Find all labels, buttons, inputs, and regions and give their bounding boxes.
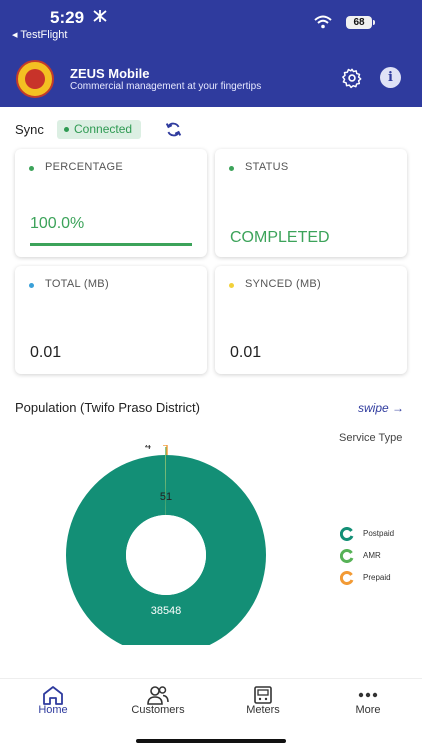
data-label-postpaid: 38548 (151, 605, 182, 617)
percentage-value: 100.0% (30, 215, 84, 233)
legend-icon (340, 527, 354, 541)
progress-bar (30, 243, 192, 246)
legend-icon (340, 571, 354, 585)
data-label-prepaid: 4 (145, 445, 151, 452)
status-time: 5:29 (50, 8, 84, 28)
gear-icon[interactable] (341, 67, 363, 89)
battery-nub (373, 20, 375, 25)
status-value: COMPLETED (230, 229, 330, 247)
refresh-icon[interactable] (165, 121, 182, 138)
sync-status-text: Connected (74, 122, 132, 136)
meter-icon (251, 685, 275, 705)
home-indicator (136, 739, 286, 743)
tab-label: More (328, 704, 408, 716)
legend-label: Prepaid (363, 573, 391, 582)
card-label: PERCENTAGE (45, 161, 123, 173)
tab-more[interactable]: More (328, 679, 408, 729)
data-label-amr: 51 (160, 491, 172, 503)
sync-label: Sync (15, 122, 44, 137)
sync-status-badge: Connected (57, 120, 141, 139)
home-icon (41, 685, 65, 705)
total-mb-value: 0.01 (30, 344, 61, 362)
wifi-icon (314, 15, 332, 29)
synced-mb-value: 0.01 (230, 344, 261, 362)
back-to-testflight[interactable]: ◂ TestFlight (12, 28, 67, 41)
card-label: SYNCED (MB) (245, 278, 321, 290)
more-icon (356, 685, 380, 705)
battery-indicator: 68 (346, 16, 372, 29)
synced-mb-card: SYNCED (MB) 0.01 (215, 266, 407, 374)
card-label: TOTAL (MB) (45, 278, 109, 290)
tab-label: Customers (118, 704, 198, 716)
card-dot (229, 283, 234, 288)
status-dot (64, 127, 69, 132)
card-dot (29, 166, 34, 171)
tab-meters[interactable]: Meters (223, 679, 303, 729)
total-mb-card: TOTAL (MB) 0.01 (15, 266, 207, 374)
silent-mode-icon (92, 9, 108, 23)
population-title: Population (Twifo Praso District) (15, 400, 200, 415)
info-icon[interactable]: i (380, 67, 401, 88)
card-label: STATUS (245, 161, 289, 173)
tab-home[interactable]: Home (13, 679, 93, 729)
legend-label: Postpaid (363, 529, 394, 538)
progress-fill (30, 243, 192, 246)
donut-hole (126, 515, 206, 595)
service-type-donut-chart: 38548 51 4 (40, 445, 300, 645)
app-title: ZEUS Mobile (70, 66, 149, 81)
app-header: 5:29 ◂ TestFlight 68 ZEUS Mobile Commerc… (0, 0, 422, 107)
tab-customers[interactable]: Customers (118, 679, 198, 729)
card-dot (29, 283, 34, 288)
swipe-link[interactable]: swipe → (358, 401, 404, 415)
legend-label: AMR (363, 551, 381, 560)
card-dot (229, 166, 234, 171)
tab-label: Home (13, 704, 93, 716)
status-card: STATUS COMPLETED (215, 149, 407, 257)
chart-subtitle: Service Type (339, 432, 402, 444)
tab-label: Meters (223, 704, 303, 716)
app-logo (16, 60, 54, 98)
legend-icon (340, 549, 354, 563)
users-icon (146, 685, 170, 705)
app-subtitle: Commercial management at your fingertips (70, 81, 261, 92)
percentage-card: PERCENTAGE 100.0% (15, 149, 207, 257)
